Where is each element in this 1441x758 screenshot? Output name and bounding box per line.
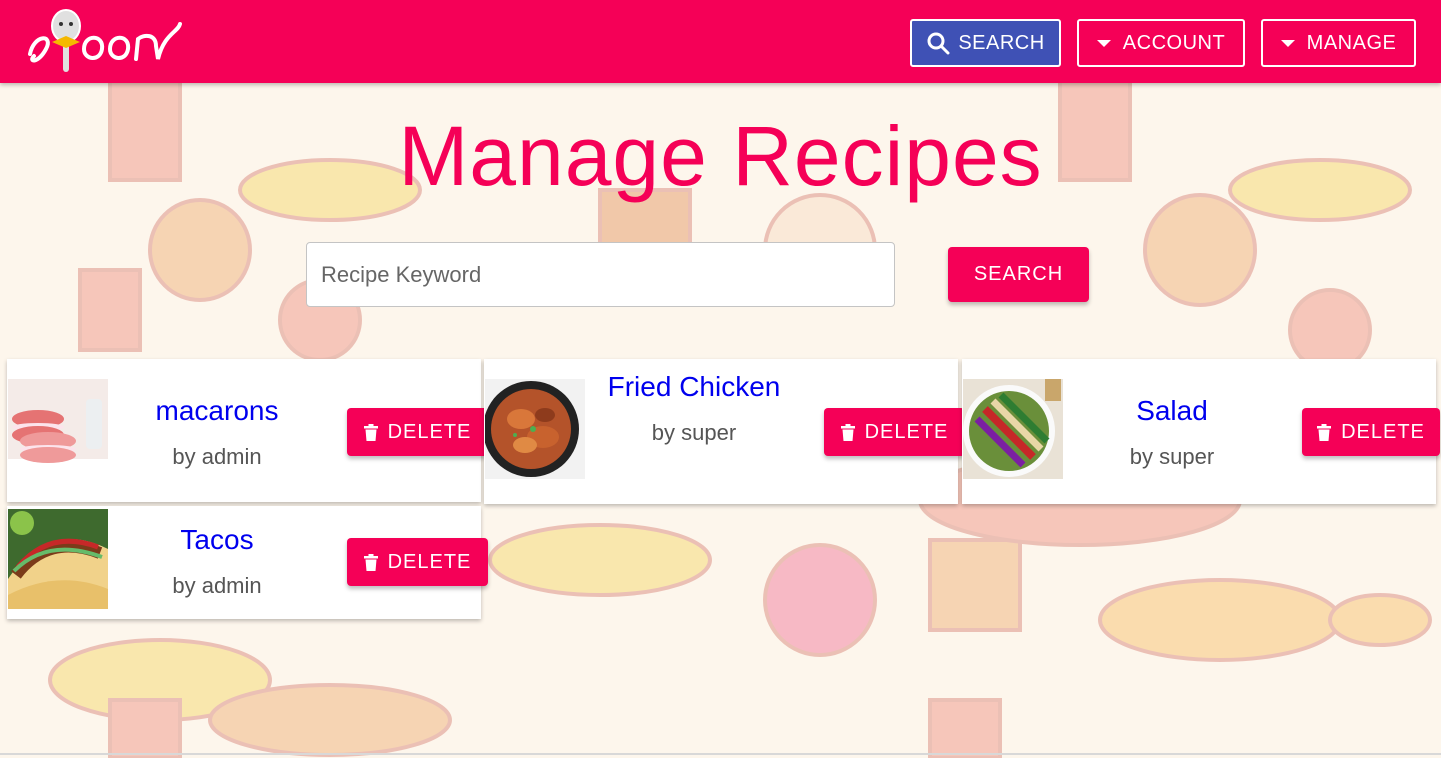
nav-manage-label: MANAGE [1306, 31, 1397, 54]
delete-recipe-button[interactable]: DELETE [1302, 408, 1440, 456]
delete-label: DELETE [864, 420, 949, 443]
recipe-title-link[interactable]: Salad [1082, 387, 1262, 435]
top-app-bar: SEARCH ACCOUNT MANAGE [0, 0, 1441, 83]
salad-image [963, 379, 1063, 479]
recipe-title-link[interactable]: Fried Chicken [604, 363, 784, 411]
recipe-author: by super [651, 420, 737, 445]
nav-manage-button[interactable]: MANAGE [1261, 19, 1416, 67]
delete-label: DELETE [387, 550, 472, 573]
fried-chicken-image [485, 379, 585, 479]
macarons-image [8, 379, 108, 479]
delete-recipe-button[interactable]: DELETE [347, 538, 488, 586]
page-title: Manage Recipes [398, 109, 1043, 203]
caret-down-icon [1096, 39, 1111, 47]
recipe-author: by admin [172, 444, 262, 469]
recipe-card-tacos: Tacos by admin DELETE [7, 506, 488, 619]
recipe-author: by super [1129, 444, 1215, 469]
trash-icon [1317, 423, 1332, 441]
delete-recipe-button[interactable]: DELETE [824, 408, 965, 456]
recipe-card-macarons: macarons by admin DELETE [7, 359, 488, 502]
caret-down-icon [1280, 39, 1295, 47]
trash-icon [840, 423, 855, 441]
nav-account-label: ACCOUNT [1122, 31, 1226, 54]
delete-label: DELETE [1341, 420, 1425, 443]
tacos-image [8, 509, 108, 609]
nav-search-button[interactable]: SEARCH [910, 19, 1061, 67]
nav-account-button[interactable]: ACCOUNT [1077, 19, 1245, 67]
trash-icon [363, 423, 378, 441]
recipe-author: by admin [172, 573, 262, 598]
nav-search-label: SEARCH [958, 31, 1045, 54]
search-icon [927, 32, 950, 55]
recipe-title-link[interactable]: macarons [127, 387, 307, 435]
spoon-logo[interactable] [24, 4, 184, 74]
page-bottom-divider [0, 753, 1441, 755]
delete-recipe-button[interactable]: DELETE [347, 408, 488, 456]
recipe-card-salad: Salad by super DELETE [962, 359, 1440, 504]
trash-icon [363, 553, 378, 571]
recipe-keyword-input[interactable] [306, 242, 895, 307]
recipe-search-button[interactable]: SEARCH [948, 247, 1089, 302]
recipe-title-link[interactable]: Tacos [127, 516, 307, 564]
delete-label: DELETE [387, 420, 472, 443]
recipe-card-fried-chicken: Fried Chicken by super DELETE [484, 359, 965, 504]
